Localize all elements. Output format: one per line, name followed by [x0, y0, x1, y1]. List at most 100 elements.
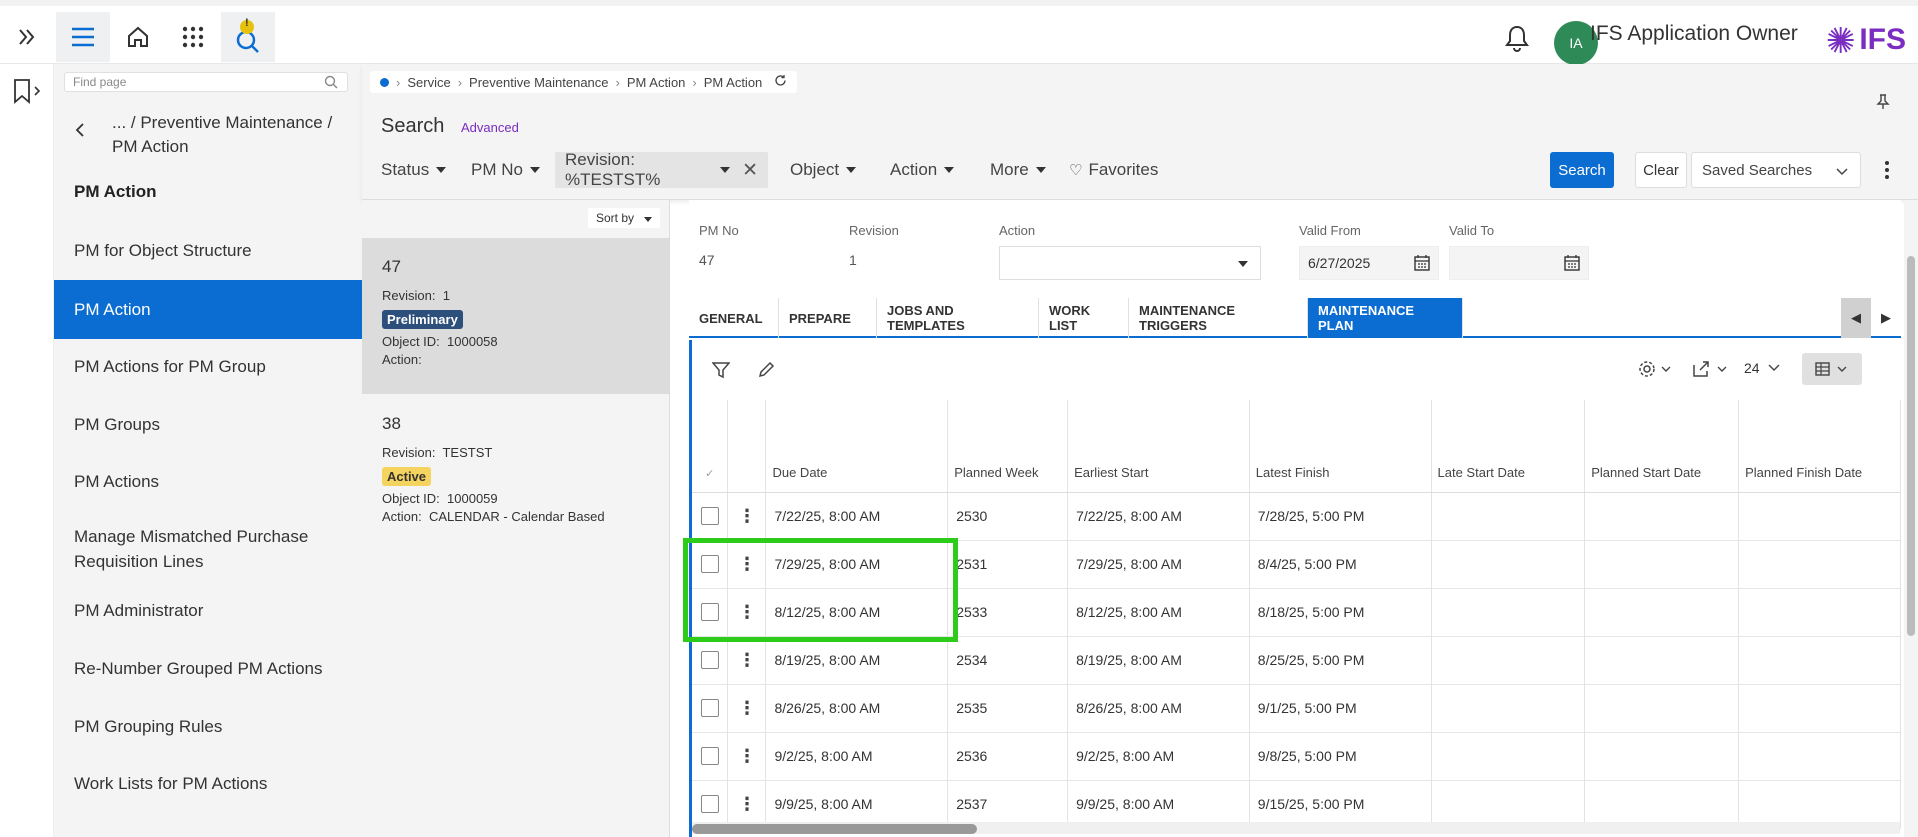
breadcrumb-item-pm-action[interactable]: PM Action	[627, 75, 686, 90]
cell-planned-week[interactable]: 2537	[947, 780, 1069, 829]
tab-work-list[interactable]: WORK LIST	[1039, 298, 1129, 338]
column-header-planned-finish-date[interactable]: Planned Finish Date	[1738, 400, 1901, 493]
breadcrumb-item-service[interactable]: Service	[407, 75, 450, 90]
column-header-latest-finish[interactable]: Latest Finish	[1249, 400, 1432, 493]
refresh-icon[interactable]	[774, 74, 787, 90]
nav-item-manage-mismatched-purchase-requisition-lines[interactable]: Manage Mismatched Purchase Requisition L…	[54, 522, 362, 576]
nav-item-re-number-grouped-pm-actions[interactable]: Re-Number Grouped PM Actions	[54, 648, 362, 688]
action-filter[interactable]: Action	[890, 152, 955, 188]
table-view-icon[interactable]	[1802, 353, 1862, 385]
tab-jobs-and-templates[interactable]: JOBS AND TEMPLATES	[877, 298, 1039, 338]
cell-latest-finish[interactable]: 8/18/25, 5:00 PM	[1249, 588, 1432, 637]
user-name[interactable]: IFS Application Owner	[1590, 22, 1798, 46]
bell-icon[interactable]	[1504, 24, 1530, 57]
cell-planned-week[interactable]: 2531	[947, 540, 1069, 589]
cell-earliest-start[interactable]: 9/2/25, 8:00 AM	[1067, 732, 1250, 781]
settings-gear-icon[interactable]	[1638, 360, 1672, 383]
object-filter[interactable]: Object	[790, 152, 857, 188]
nav-item-pm-action[interactable]: PM Action	[54, 280, 362, 339]
cell-due-date[interactable]: 9/9/25, 8:00 AM	[765, 780, 949, 829]
cell-planned-finish-date[interactable]	[1738, 732, 1901, 781]
column-header-planned-start-date[interactable]: Planned Start Date	[1584, 400, 1740, 493]
cell-due-date[interactable]: 9/2/25, 8:00 AM	[765, 732, 949, 781]
expand-rail-icon[interactable]	[0, 12, 54, 62]
horizontal-scrollbar-thumb[interactable]	[692, 824, 977, 834]
vertical-scrollbar-thumb[interactable]	[1907, 256, 1915, 636]
cell-planned-week[interactable]: 2533	[947, 588, 1069, 637]
cell-planned-start-date[interactable]	[1584, 492, 1740, 541]
cell-late-start-date[interactable]	[1431, 540, 1586, 589]
table-row[interactable]: ⋮ 7/22/25, 8:00 AM 2530 7/22/25, 8:00 AM 7/2…	[692, 492, 1901, 541]
cell-planned-start-date[interactable]	[1584, 780, 1740, 829]
cell-planned-finish-date[interactable]	[1738, 636, 1901, 685]
cell-earliest-start[interactable]: 9/9/25, 8:00 AM	[1067, 780, 1250, 829]
nav-item-pm-actions[interactable]: PM Actions	[54, 461, 362, 501]
cell-latest-finish[interactable]: 9/1/25, 5:00 PM	[1249, 684, 1432, 733]
cell-planned-finish-date[interactable]	[1738, 492, 1901, 541]
pin-icon[interactable]	[1876, 94, 1890, 115]
tab-maintenance-triggers[interactable]: MAINTENANCE TRIGGERS	[1129, 298, 1308, 338]
cell-planned-finish-date[interactable]	[1738, 540, 1901, 589]
cell-late-start-date[interactable]	[1431, 732, 1586, 781]
nav-item-pm-grouping-rules[interactable]: PM Grouping Rules	[54, 706, 362, 746]
cell-latest-finish[interactable]: 9/8/25, 5:00 PM	[1249, 732, 1432, 781]
cell-late-start-date[interactable]	[1431, 492, 1586, 541]
search-icon[interactable]: !	[221, 12, 275, 62]
cell-planned-start-date[interactable]	[1584, 684, 1740, 733]
nav-item-work-lists-for-pm-actions[interactable]: Work Lists for PM Actions	[54, 763, 362, 803]
record-card[interactable]: 47 Revision: 1 Preliminary Object ID: 10…	[362, 238, 670, 394]
find-page-search-icon[interactable]	[324, 75, 338, 94]
cell-earliest-start[interactable]: 8/12/25, 8:00 AM	[1067, 588, 1250, 637]
find-page-input[interactable]: Find page	[64, 72, 348, 92]
select-all-check-icon[interactable]: ✓	[692, 400, 729, 493]
calendar-icon[interactable]	[1414, 255, 1430, 274]
cell-due-date[interactable]: 8/26/25, 8:00 AM	[765, 684, 949, 733]
cell-planned-finish-date[interactable]	[1738, 684, 1901, 733]
tab-maintenance-plan[interactable]: MAINTENANCE PLAN	[1308, 298, 1463, 338]
tab-scroll-right-icon[interactable]: ▶	[1871, 298, 1901, 338]
tab-scroll-left-icon[interactable]: ◀	[1841, 298, 1871, 338]
column-header-due-date[interactable]: Due Date	[765, 400, 949, 493]
cell-planned-finish-date[interactable]	[1738, 780, 1901, 829]
bookmark-icon[interactable]	[12, 78, 42, 109]
nav-item-pm-for-object-structure[interactable]: PM for Object Structure	[54, 230, 362, 270]
column-header-planned-week[interactable]: Planned Week	[947, 400, 1069, 493]
cell-planned-week[interactable]: 2530	[947, 492, 1069, 541]
cell-late-start-date[interactable]	[1431, 780, 1586, 829]
column-header-late-start-date[interactable]: Late Start Date	[1431, 400, 1586, 493]
cell-planned-start-date[interactable]	[1584, 588, 1740, 637]
row-menu-icon[interactable]: ⋮	[727, 780, 767, 829]
row-menu-icon[interactable]: ⋮	[727, 636, 767, 685]
nav-item-pm-actions-for-pm-group[interactable]: PM Actions for PM Group	[54, 346, 362, 386]
table-row[interactable]: ⋮ 9/9/25, 8:00 AM 2537 9/9/25, 8:00 AM 9/15/…	[692, 780, 1901, 829]
cell-late-start-date[interactable]	[1431, 636, 1586, 685]
home-icon[interactable]	[111, 12, 165, 62]
table-row[interactable]: ⋮ 8/26/25, 8:00 AM 2535 8/26/25, 8:00 AM 9/1…	[692, 684, 1901, 733]
more-filter[interactable]: More	[990, 152, 1046, 188]
export-icon[interactable]	[1692, 360, 1728, 383]
edit-pencil-icon[interactable]	[758, 361, 775, 383]
row-menu-icon[interactable]: ⋮	[727, 684, 767, 733]
cell-planned-start-date[interactable]	[1584, 540, 1740, 589]
more-options-icon[interactable]	[1884, 160, 1890, 185]
table-row[interactable]: ⋮ 8/19/25, 8:00 AM 2534 8/19/25, 8:00 AM 8/2…	[692, 636, 1901, 685]
column-header-earliest-start[interactable]: Earliest Start	[1067, 400, 1250, 493]
valid-from-input[interactable]: 6/27/2025	[1299, 246, 1439, 280]
cell-planned-week[interactable]: 2535	[947, 684, 1069, 733]
nav-item-pm-groups[interactable]: PM Groups	[54, 404, 362, 444]
filter-icon[interactable]	[711, 361, 731, 384]
saved-searches-select[interactable]: Saved Searches	[1691, 152, 1861, 188]
cell-earliest-start[interactable]: 8/26/25, 8:00 AM	[1067, 684, 1250, 733]
row-menu-icon[interactable]: ⋮	[727, 732, 767, 781]
breadcrumb-item-preventive-maintenance[interactable]: Preventive Maintenance	[469, 75, 608, 90]
nav-item-pm-administrator[interactable]: PM Administrator	[54, 590, 362, 630]
search-button[interactable]: Search	[1550, 152, 1614, 188]
tab-prepare[interactable]: PREPARE	[779, 298, 877, 338]
vertical-scrollbar[interactable]	[1904, 200, 1918, 837]
cell-latest-finish[interactable]: 8/25/25, 5:00 PM	[1249, 636, 1432, 685]
record-card[interactable]: 38 Revision: TESTST Active Object ID: 10…	[362, 394, 670, 544]
valid-to-input[interactable]	[1449, 246, 1589, 280]
action-select[interactable]	[999, 246, 1261, 280]
row-checkbox[interactable]	[700, 747, 719, 766]
cell-due-date[interactable]: 8/19/25, 8:00 AM	[765, 636, 949, 685]
